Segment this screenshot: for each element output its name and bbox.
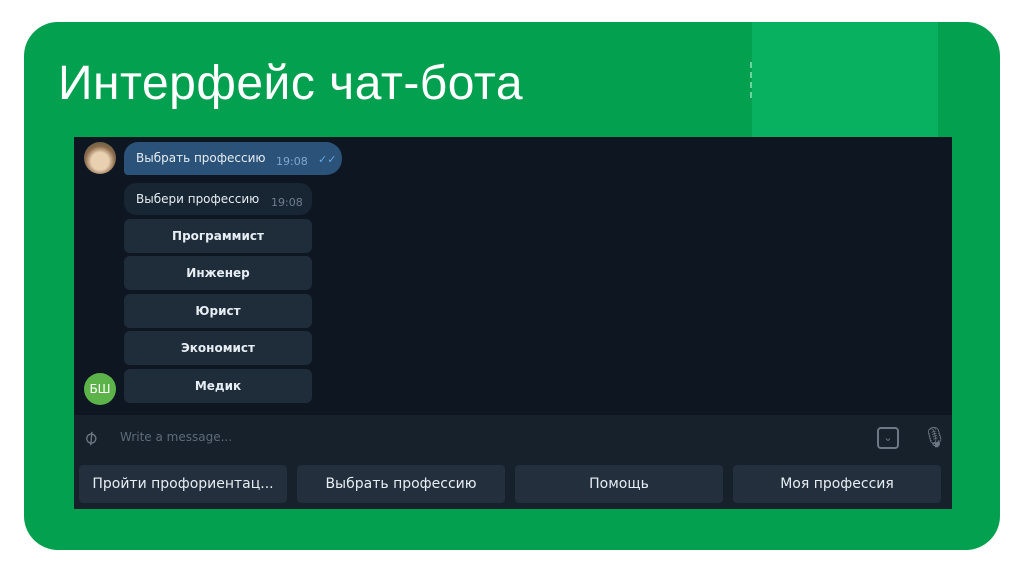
inline-button-economist[interactable]: Экономист [124,331,312,365]
outgoing-message: Выбрать профессию 19:08 ✓✓ [124,142,342,175]
inline-button-engineer[interactable]: Инженер [124,256,312,290]
bot-avatar: БШ [84,373,116,405]
slide-title: Интерфейс чат-бота [58,57,524,110]
message-input-bar: ⌀ Write a message... ⌄ 🎙︎ [74,415,952,461]
accent-band [752,22,938,137]
inline-button-lawyer[interactable]: Юрист [124,294,312,328]
keyboard-toggle-icon[interactable]: ⌄ [877,427,899,449]
inline-button-medic[interactable]: Медик [124,369,312,403]
message-text: Выбери профессию [136,192,260,206]
reply-keyboard: Пройти профориентац... Выбрать профессию… [74,461,952,509]
microphone-icon[interactable]: 🎙︎ [922,425,947,449]
reply-button-my-profession[interactable]: Моя профессия [733,465,941,503]
reply-button-help[interactable]: Помощь [515,465,723,503]
user-avatar [84,142,116,174]
incoming-message: Выбери профессию 19:08 [124,183,312,215]
dashed-divider [750,62,752,98]
message-text: Выбрать профессию [136,151,266,165]
reply-button-choose-profession[interactable]: Выбрать профессию [297,465,505,503]
chat-window: Выбрать профессию 19:08 ✓✓ Выбери профес… [74,137,952,509]
paperclip-icon[interactable]: ⌀ [78,424,103,450]
inline-button-programmer[interactable]: Программист [124,219,312,253]
message-time: 19:08 [271,196,303,209]
reply-button-career-test[interactable]: Пройти профориентац... [79,465,287,503]
message-input[interactable]: Write a message... [120,430,232,444]
message-time: 19:08 [276,155,308,168]
double-check-icon: ✓✓ [318,153,337,166]
